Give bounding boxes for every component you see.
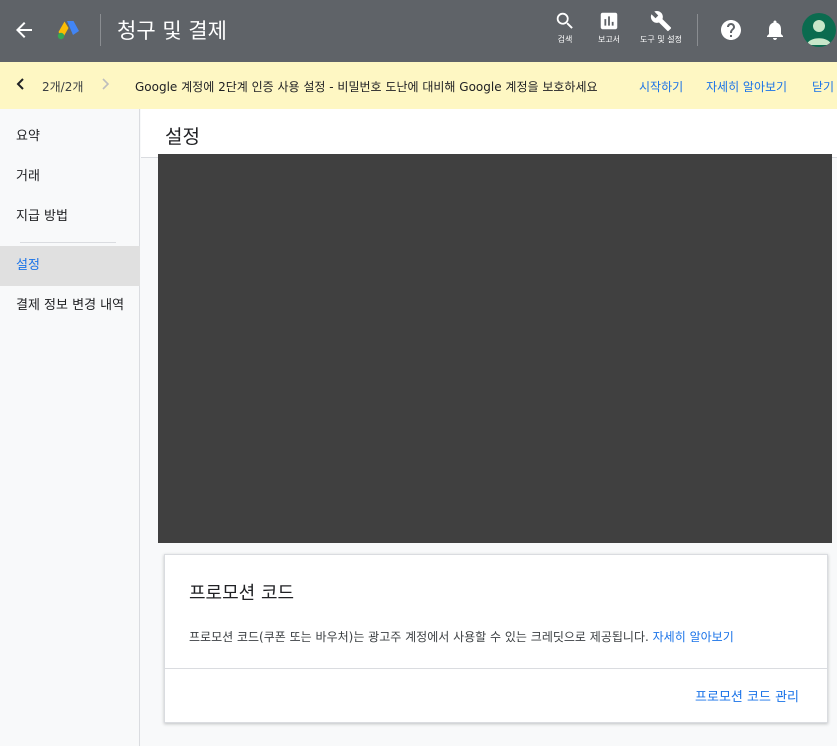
tools-settings-label: 도구 및 설정 [640,35,682,44]
page-title: 설정 [165,126,200,148]
wrench-icon [650,11,672,32]
header-divider [100,14,101,46]
promo-card-description: 프로모션 코드(쿠폰 또는 바우처)는 광고주 계정에서 사용할 수 있는 크레… [189,628,734,645]
banner-learn-more-link[interactable]: 자세히 알아보기 [706,78,787,95]
page-section-title: 청구 및 결제 [117,19,227,43]
banner-prev-chevron-icon[interactable] [14,76,28,95]
promo-card-title: 프로모션 코드 [189,583,295,604]
back-arrow-icon[interactable] [12,18,36,42]
search-icon [556,12,573,29]
banner-start-link[interactable]: 시작하기 [639,78,683,95]
google-ads-logo-icon[interactable] [56,18,80,42]
banner-next-chevron-icon[interactable] [98,76,112,95]
banner-message: Google 계정에 2단계 인증 사용 설정 - 비밀번호 도난에 대비해 G… [135,80,598,94]
account-avatar[interactable] [802,13,836,47]
settings-content-placeholder [158,154,832,543]
reports-tool-label: 보고서 [597,35,621,44]
page-header: 설정 [141,109,837,158]
promo-learn-more-link[interactable]: 자세히 알아보기 [653,630,734,644]
person-icon [807,20,831,45]
banner-close-link[interactable]: 닫기 [812,78,834,95]
sidebar-item-payment-history[interactable]: 결제 정보 변경 내역 [0,286,140,326]
reports-tool-button[interactable]: 보고서 [585,10,633,45]
search-tool-button[interactable]: 검색 [541,10,589,45]
manage-promo-codes-button[interactable]: 프로모션 코드 관리 [695,686,799,705]
sidebar-item-transactions[interactable]: 거래 [0,157,140,197]
tools-settings-button[interactable]: 도구 및 설정 [637,10,685,45]
sidebar-nav: 요약 거래 지급 방법 설정 결제 정보 변경 내역 [0,109,140,746]
promo-code-card: 프로모션 코드 프로모션 코드(쿠폰 또는 바우처)는 광고주 계정에서 사용할… [164,554,828,723]
card-divider [165,668,827,669]
sidebar-item-payment-methods[interactable]: 지급 방법 [0,197,140,237]
sidebar-divider [20,242,116,243]
sidebar-item-settings[interactable]: 설정 [0,246,140,286]
sidebar-item-summary[interactable]: 요약 [0,117,140,157]
help-icon[interactable] [719,18,743,42]
top-app-bar: 청구 및 결제 검색 보고서 도구 및 설정 [0,0,837,62]
notifications-bell-icon[interactable] [763,18,787,42]
header-divider-right [697,14,698,46]
search-tool-label: 검색 [557,35,573,44]
notification-banner: 2개/2개 Google 계정에 2단계 인증 사용 설정 - 비밀번호 도난에… [0,62,837,109]
banner-counter: 2개/2개 [42,80,84,94]
promo-description-text: 프로모션 코드(쿠폰 또는 바우처)는 광고주 계정에서 사용할 수 있는 크레… [189,630,649,644]
reports-icon [600,12,618,30]
